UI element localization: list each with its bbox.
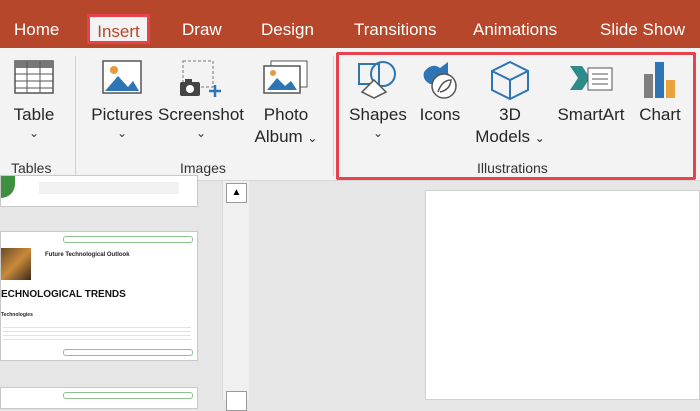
thumbnail-title: Future Technological Outlook: [45, 252, 130, 258]
slide-thumbnail[interactable]: Future Technological Outlook ECHNOLOGICA…: [0, 231, 198, 361]
slide-thumbnail[interactable]: [0, 175, 198, 207]
pictures-button[interactable]: Pictures ⌄: [91, 60, 153, 140]
slide-thumbnail-graphic: [63, 392, 193, 399]
tab-animations[interactable]: Animations: [473, 19, 557, 41]
photo-album-button[interactable]: Photo Album ⌄: [250, 60, 322, 149]
chevron-down-icon: ⌄: [195, 126, 207, 140]
screenshot-label: Screenshot: [158, 105, 244, 124]
tables-group-label: Tables: [11, 160, 52, 176]
slide-thumbnail-photo: [1, 248, 31, 280]
tab-home[interactable]: Home: [14, 19, 59, 41]
scroll-down-button[interactable]: [226, 391, 247, 411]
slide-thumbnail-graphic: [63, 349, 193, 356]
table-button[interactable]: Table ⌄: [8, 60, 60, 140]
group-divider: [333, 56, 334, 176]
tab-design[interactable]: Design: [261, 19, 314, 41]
slide-thumbnail-graphic: [39, 182, 179, 194]
thumbnail-subheading: Technologies: [1, 312, 33, 318]
table-label: Table: [13, 105, 55, 124]
pictures-label: Pictures: [91, 105, 153, 124]
screenshot-icon: [180, 60, 221, 97]
thumbnail-scrollbar[interactable]: ▲: [222, 181, 250, 411]
slide-thumbnail-graphic: [63, 236, 193, 243]
picture-icon: [102, 60, 142, 94]
tab-draw[interactable]: Draw: [182, 19, 222, 41]
slide-thumbnail-graphic: [3, 324, 191, 342]
thumbnail-heading: ECHNOLOGICAL TRENDS: [1, 289, 126, 300]
ribbon-tab-bar: Home Insert Draw Design Transitions Anim…: [0, 0, 700, 48]
chevron-down-icon: ⌄: [116, 126, 128, 140]
slide-thumbnail-panel[interactable]: Future Technological Outlook ECHNOLOGICA…: [0, 175, 222, 409]
scroll-up-button[interactable]: ▲: [226, 183, 247, 203]
images-group-label: Images: [180, 160, 226, 176]
photo-album-label-line1: Photo: [263, 105, 309, 124]
photo-album-icon: [263, 60, 308, 94]
screenshot-button[interactable]: Screenshot ⌄: [157, 60, 245, 140]
slide-thumbnail-graphic: [1, 176, 15, 198]
group-divider: [75, 56, 76, 176]
tab-slide-show[interactable]: Slide Show: [600, 19, 685, 41]
tab-insert[interactable]: Insert: [87, 14, 150, 44]
photo-album-label-line2: Album ⌄: [254, 127, 318, 146]
slide-thumbnail[interactable]: [0, 387, 198, 409]
table-icon: [14, 60, 54, 94]
tab-transitions[interactable]: Transitions: [354, 19, 437, 41]
chevron-down-icon: ⌄: [28, 126, 40, 140]
current-slide[interactable]: [425, 190, 700, 400]
illustrations-highlight-box: [336, 52, 696, 180]
slide-editing-area[interactable]: [249, 181, 700, 400]
